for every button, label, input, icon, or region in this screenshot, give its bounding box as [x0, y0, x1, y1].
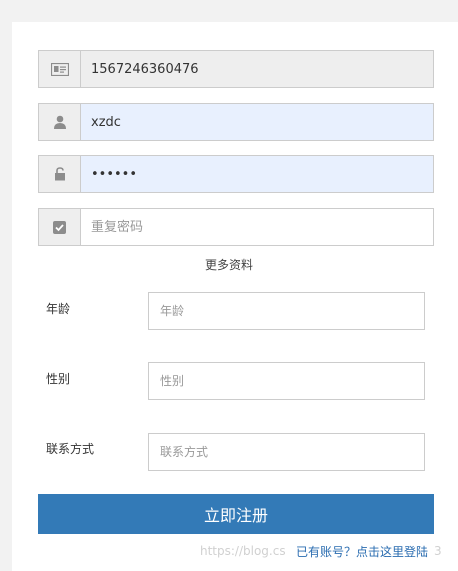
gender-label: 性别 — [46, 372, 71, 386]
confirm-password-group — [38, 208, 434, 246]
contact-input[interactable] — [148, 433, 425, 471]
check-square-icon — [38, 208, 80, 246]
more-info-toggle[interactable]: 更多资料 — [0, 256, 458, 273]
phone-input[interactable] — [80, 50, 434, 88]
age-label: 年龄 — [46, 302, 71, 316]
unlock-icon — [38, 155, 80, 193]
phone-group — [38, 50, 434, 88]
contact-label: 联系方式 — [46, 442, 95, 456]
watermark-tail: 3 — [434, 544, 442, 558]
password-input[interactable] — [80, 155, 434, 193]
confirm-password-input[interactable] — [80, 208, 434, 246]
login-link[interactable]: 已有账号？点击这里登陆 — [296, 543, 428, 560]
password-group — [38, 155, 434, 193]
username-input[interactable] — [80, 103, 434, 141]
id-card-icon — [38, 50, 80, 88]
watermark: https://blog.cs — [200, 544, 286, 558]
user-icon — [38, 103, 80, 141]
username-group — [38, 103, 434, 141]
gender-input[interactable] — [148, 362, 425, 400]
register-button[interactable]: 立即注册 — [38, 494, 434, 534]
age-input[interactable] — [148, 292, 425, 330]
